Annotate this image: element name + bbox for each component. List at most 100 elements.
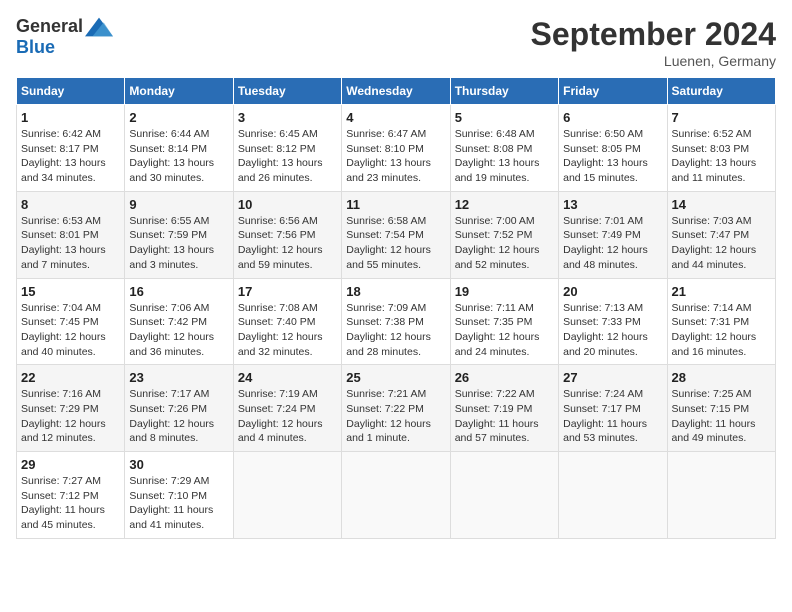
- calendar-cell: [450, 452, 558, 539]
- weekday-header-wednesday: Wednesday: [342, 78, 450, 105]
- day-number: 24: [238, 370, 337, 385]
- calendar-cell: 21Sunrise: 7:14 AM Sunset: 7:31 PM Dayli…: [667, 278, 775, 365]
- weekday-header-saturday: Saturday: [667, 78, 775, 105]
- day-number: 29: [21, 457, 120, 472]
- calendar: SundayMondayTuesdayWednesdayThursdayFrid…: [16, 77, 776, 539]
- day-number: 8: [21, 197, 120, 212]
- day-number: 3: [238, 110, 337, 125]
- calendar-cell: 19 Sunrise: 7:11 AM Sunset: 7:35 PM Dayli…: [450, 278, 558, 365]
- day-number: 2: [129, 110, 228, 125]
- day-info: Sunrise: 6:45 AM Sunset: 8:12 PM Dayligh…: [238, 127, 337, 186]
- day-number: 14: [672, 197, 771, 212]
- day-info: Sunrise: 6:53 AM Sunset: 8:01 PM Dayligh…: [21, 214, 120, 273]
- day-info: Sunrise: 7:19 AM Sunset: 7:24 PM Dayligh…: [238, 387, 337, 446]
- day-number: 28: [672, 370, 771, 385]
- day-info: Sunrise: 7:27 AM Sunset: 7:12 PM Dayligh…: [21, 474, 120, 533]
- day-number: 12: [455, 197, 554, 212]
- calendar-week-row: 22 Sunrise: 7:16 AM Sunset: 7:29 PM Dayli…: [17, 365, 776, 452]
- calendar-cell: 24 Sunrise: 7:19 AM Sunset: 7:24 PM Dayli…: [233, 365, 341, 452]
- weekday-header-friday: Friday: [559, 78, 667, 105]
- calendar-cell: 15 Sunrise: 7:04 AM Sunset: 7:45 PM Dayli…: [17, 278, 125, 365]
- day-info: Sunrise: 7:08 AM Sunset: 7:40 PM Dayligh…: [238, 301, 337, 360]
- day-number: 6: [563, 110, 662, 125]
- calendar-cell: 25 Sunrise: 7:21 AM Sunset: 7:22 PM Dayli…: [342, 365, 450, 452]
- day-info: Sunrise: 7:01 AM Sunset: 7:49 PM Dayligh…: [563, 214, 662, 273]
- calendar-cell: 22 Sunrise: 7:16 AM Sunset: 7:29 PM Dayli…: [17, 365, 125, 452]
- weekday-header-sunday: Sunday: [17, 78, 125, 105]
- title-block: September 2024 Luenen, Germany: [531, 16, 776, 69]
- calendar-cell: [559, 452, 667, 539]
- day-number: 13: [563, 197, 662, 212]
- day-number: 19: [455, 284, 554, 299]
- day-info: Sunrise: 7:22 AM Sunset: 7:19 PM Dayligh…: [455, 387, 554, 446]
- day-number: 18: [346, 284, 445, 299]
- calendar-week-row: 29 Sunrise: 7:27 AM Sunset: 7:12 PM Dayli…: [17, 452, 776, 539]
- calendar-cell: 13 Sunrise: 7:01 AM Sunset: 7:49 PM Dayli…: [559, 191, 667, 278]
- calendar-cell: 23Sunrise: 7:17 AM Sunset: 7:26 PM Dayli…: [125, 365, 233, 452]
- day-info: Sunrise: 6:48 AM Sunset: 8:08 PM Dayligh…: [455, 127, 554, 186]
- weekday-header-row: SundayMondayTuesdayWednesdayThursdayFrid…: [17, 78, 776, 105]
- calendar-cell: [233, 452, 341, 539]
- day-info: Sunrise: 7:17 AM Sunset: 7:26 PM Dayligh…: [129, 387, 228, 446]
- day-number: 25: [346, 370, 445, 385]
- calendar-cell: 10 Sunrise: 6:56 AM Sunset: 7:56 PM Dayli…: [233, 191, 341, 278]
- weekday-header-thursday: Thursday: [450, 78, 558, 105]
- calendar-cell: 12 Sunrise: 7:00 AM Sunset: 7:52 PM Dayli…: [450, 191, 558, 278]
- month-title: September 2024: [531, 16, 776, 53]
- day-number: 1: [21, 110, 120, 125]
- day-number: 7: [672, 110, 771, 125]
- calendar-cell: 27Sunrise: 7:24 AM Sunset: 7:17 PM Dayli…: [559, 365, 667, 452]
- day-number: 30: [129, 457, 228, 472]
- day-info: Sunrise: 7:21 AM Sunset: 7:22 PM Dayligh…: [346, 387, 445, 446]
- day-number: 11: [346, 197, 445, 212]
- calendar-cell: 1 Sunrise: 6:42 AM Sunset: 8:17 PM Daylig…: [17, 105, 125, 192]
- calendar-cell: 28 Sunrise: 7:25 AM Sunset: 7:15 PM Dayli…: [667, 365, 775, 452]
- day-info: Sunrise: 7:06 AM Sunset: 7:42 PM Dayligh…: [129, 301, 228, 360]
- day-number: 26: [455, 370, 554, 385]
- calendar-cell: 7 Sunrise: 6:52 AM Sunset: 8:03 PM Daylig…: [667, 105, 775, 192]
- day-number: 4: [346, 110, 445, 125]
- calendar-cell: 5 Sunrise: 6:48 AM Sunset: 8:08 PM Daylig…: [450, 105, 558, 192]
- day-info: Sunrise: 6:52 AM Sunset: 8:03 PM Dayligh…: [672, 127, 771, 186]
- day-info: Sunrise: 7:16 AM Sunset: 7:29 PM Dayligh…: [21, 387, 120, 446]
- weekday-header-tuesday: Tuesday: [233, 78, 341, 105]
- day-info: Sunrise: 7:25 AM Sunset: 7:15 PM Dayligh…: [672, 387, 771, 446]
- day-number: 5: [455, 110, 554, 125]
- day-info: Sunrise: 7:13 AM Sunset: 7:33 PM Dayligh…: [563, 301, 662, 360]
- calendar-cell: 29 Sunrise: 7:27 AM Sunset: 7:12 PM Dayli…: [17, 452, 125, 539]
- calendar-cell: 9 Sunrise: 6:55 AM Sunset: 7:59 PM Daylig…: [125, 191, 233, 278]
- day-info: Sunrise: 7:29 AM Sunset: 7:10 PM Dayligh…: [129, 474, 228, 533]
- day-number: 27: [563, 370, 662, 385]
- day-info: Sunrise: 7:00 AM Sunset: 7:52 PM Dayligh…: [455, 214, 554, 273]
- calendar-cell: 8 Sunrise: 6:53 AM Sunset: 8:01 PM Daylig…: [17, 191, 125, 278]
- calendar-cell: 6Sunrise: 6:50 AM Sunset: 8:05 PM Daylig…: [559, 105, 667, 192]
- day-info: Sunrise: 6:47 AM Sunset: 8:10 PM Dayligh…: [346, 127, 445, 186]
- day-info: Sunrise: 6:55 AM Sunset: 7:59 PM Dayligh…: [129, 214, 228, 273]
- calendar-week-row: 1 Sunrise: 6:42 AM Sunset: 8:17 PM Daylig…: [17, 105, 776, 192]
- day-number: 10: [238, 197, 337, 212]
- calendar-cell: 16Sunrise: 7:06 AM Sunset: 7:42 PM Dayli…: [125, 278, 233, 365]
- calendar-cell: 17Sunrise: 7:08 AM Sunset: 7:40 PM Dayli…: [233, 278, 341, 365]
- weekday-header-monday: Monday: [125, 78, 233, 105]
- page-header: General Blue September 2024 Luenen, Germ…: [16, 16, 776, 69]
- day-info: Sunrise: 7:09 AM Sunset: 7:38 PM Dayligh…: [346, 301, 445, 360]
- day-number: 9: [129, 197, 228, 212]
- day-info: Sunrise: 6:42 AM Sunset: 8:17 PM Dayligh…: [21, 127, 120, 186]
- calendar-cell: [667, 452, 775, 539]
- day-number: 22: [21, 370, 120, 385]
- calendar-cell: 14Sunrise: 7:03 AM Sunset: 7:47 PM Dayli…: [667, 191, 775, 278]
- day-number: 15: [21, 284, 120, 299]
- day-info: Sunrise: 6:56 AM Sunset: 7:56 PM Dayligh…: [238, 214, 337, 273]
- calendar-cell: 20 Sunrise: 7:13 AM Sunset: 7:33 PM Dayli…: [559, 278, 667, 365]
- day-info: Sunrise: 6:44 AM Sunset: 8:14 PM Dayligh…: [129, 127, 228, 186]
- logo-general-text: General: [16, 16, 83, 37]
- calendar-cell: 2 Sunrise: 6:44 AM Sunset: 8:14 PM Daylig…: [125, 105, 233, 192]
- day-info: Sunrise: 7:04 AM Sunset: 7:45 PM Dayligh…: [21, 301, 120, 360]
- calendar-week-row: 15 Sunrise: 7:04 AM Sunset: 7:45 PM Dayli…: [17, 278, 776, 365]
- calendar-cell: 30 Sunrise: 7:29 AM Sunset: 7:10 PM Dayli…: [125, 452, 233, 539]
- day-info: Sunrise: 7:11 AM Sunset: 7:35 PM Dayligh…: [455, 301, 554, 360]
- day-info: Sunrise: 7:14 AM Sunset: 7:31 PM Dayligh…: [672, 301, 771, 360]
- day-info: Sunrise: 6:58 AM Sunset: 7:54 PM Dayligh…: [346, 214, 445, 273]
- calendar-cell: 11 Sunrise: 6:58 AM Sunset: 7:54 PM Dayli…: [342, 191, 450, 278]
- day-number: 20: [563, 284, 662, 299]
